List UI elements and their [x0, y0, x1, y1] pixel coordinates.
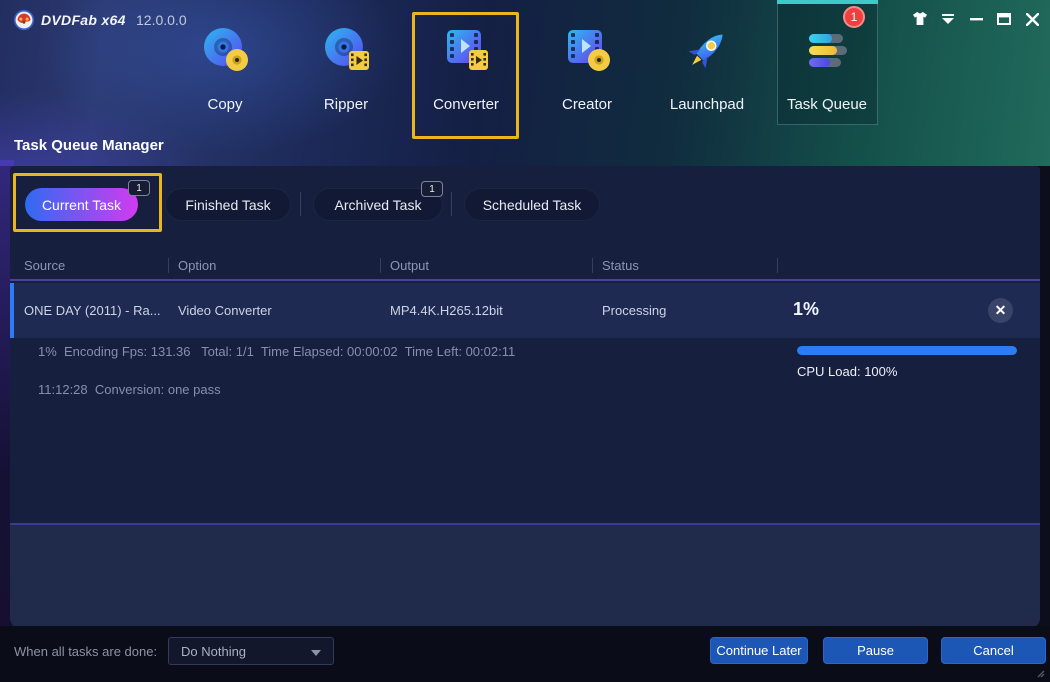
- tab-divider: [300, 192, 301, 216]
- copy-icon: [199, 24, 251, 76]
- nav-item-task-queue[interactable]: Task Queue: [767, 6, 887, 132]
- minimize-icon[interactable]: [964, 8, 988, 30]
- column-source: Source: [24, 258, 65, 273]
- cpu-progress-fill: [797, 346, 1017, 355]
- current-task-badge: 1: [128, 180, 150, 196]
- task-queue-panel: Current Task 1 Finished Task Archived Ta…: [10, 166, 1040, 628]
- task-queue-active-bar: [777, 0, 878, 4]
- panel-footer: [10, 523, 1040, 628]
- maximize-icon[interactable]: [992, 8, 1016, 30]
- tab-divider: [451, 192, 452, 216]
- dvdfab-logo: [13, 9, 35, 31]
- encoding-stats: 1% Encoding Fps: 131.36 Total: 1/1 Time …: [38, 344, 515, 359]
- tab-scheduled-task[interactable]: Scheduled Task: [464, 188, 600, 221]
- nav-label-creator: Creator: [527, 96, 647, 113]
- chevron-down-icon: [311, 650, 321, 656]
- column-divider: [380, 258, 381, 273]
- window-controls: [908, 8, 1044, 30]
- tab-finished-task[interactable]: Finished Task: [165, 188, 291, 221]
- cancel-button[interactable]: Cancel: [941, 637, 1046, 664]
- nav-label-ripper: Ripper: [286, 96, 406, 113]
- nav-label-task-queue: Task Queue: [767, 96, 887, 113]
- nav-label-copy: Copy: [165, 96, 285, 113]
- cpu-load-label: CPU Load: 100%: [797, 364, 897, 379]
- tab-current-task[interactable]: Current Task: [25, 188, 138, 221]
- converter-icon: [440, 24, 492, 76]
- nav-item-converter[interactable]: Converter: [406, 6, 526, 132]
- app-title: DVDFab x64: [41, 12, 126, 28]
- cell-status: Processing: [602, 303, 666, 318]
- row-selected-bar: [10, 283, 14, 338]
- skin-icon[interactable]: [908, 8, 932, 30]
- launchpad-rocket-icon: [681, 24, 733, 76]
- column-option: Option: [178, 258, 216, 273]
- bottom-bar: When all tasks are done: Do Nothing Cont…: [0, 626, 1050, 682]
- archived-task-badge: 1: [421, 181, 443, 197]
- cpu-progress-bar: [797, 346, 1017, 355]
- when-done-label: When all tasks are done:: [14, 644, 157, 659]
- pause-button[interactable]: Pause: [823, 637, 928, 664]
- column-divider: [168, 258, 169, 273]
- page-title: Task Queue Manager: [14, 137, 164, 154]
- continue-later-button[interactable]: Continue Later: [710, 637, 808, 664]
- nav-item-launchpad[interactable]: Launchpad: [647, 6, 767, 132]
- column-divider: [777, 258, 778, 273]
- cell-output: MP4.4K.H265.12bit: [390, 303, 503, 318]
- nav-label-converter: Converter: [406, 96, 526, 113]
- when-done-dropdown[interactable]: Do Nothing: [168, 637, 334, 665]
- close-icon[interactable]: [1020, 8, 1044, 30]
- nav-item-ripper[interactable]: Ripper: [286, 6, 406, 132]
- column-status: Status: [602, 258, 639, 273]
- when-done-selected-value: Do Nothing: [181, 644, 246, 659]
- progress-percent: 1%: [793, 299, 819, 320]
- nav-item-copy[interactable]: Copy: [165, 6, 285, 132]
- cell-option: Video Converter: [178, 303, 272, 318]
- nav-item-creator[interactable]: Creator: [527, 6, 647, 132]
- column-divider: [592, 258, 593, 273]
- task-queue-count-badge: 1: [843, 6, 865, 28]
- conversion-info: 11:12:28 Conversion: one pass: [38, 382, 221, 397]
- nav-label-launchpad: Launchpad: [647, 96, 767, 113]
- menu-chevron-icon[interactable]: [936, 8, 960, 30]
- resize-grip[interactable]: [1034, 667, 1046, 679]
- task-queue-icon: [801, 24, 853, 76]
- cell-source: ONE DAY (2011) - Ra...: [24, 303, 161, 318]
- column-output: Output: [390, 258, 429, 273]
- task-row[interactable]: ONE DAY (2011) - Ra... Video Converter M…: [10, 283, 1040, 338]
- creator-icon: [561, 24, 613, 76]
- ripper-icon: [320, 24, 372, 76]
- table-header: Source Option Output Status: [10, 250, 1040, 281]
- cancel-task-icon[interactable]: ✕: [988, 298, 1013, 323]
